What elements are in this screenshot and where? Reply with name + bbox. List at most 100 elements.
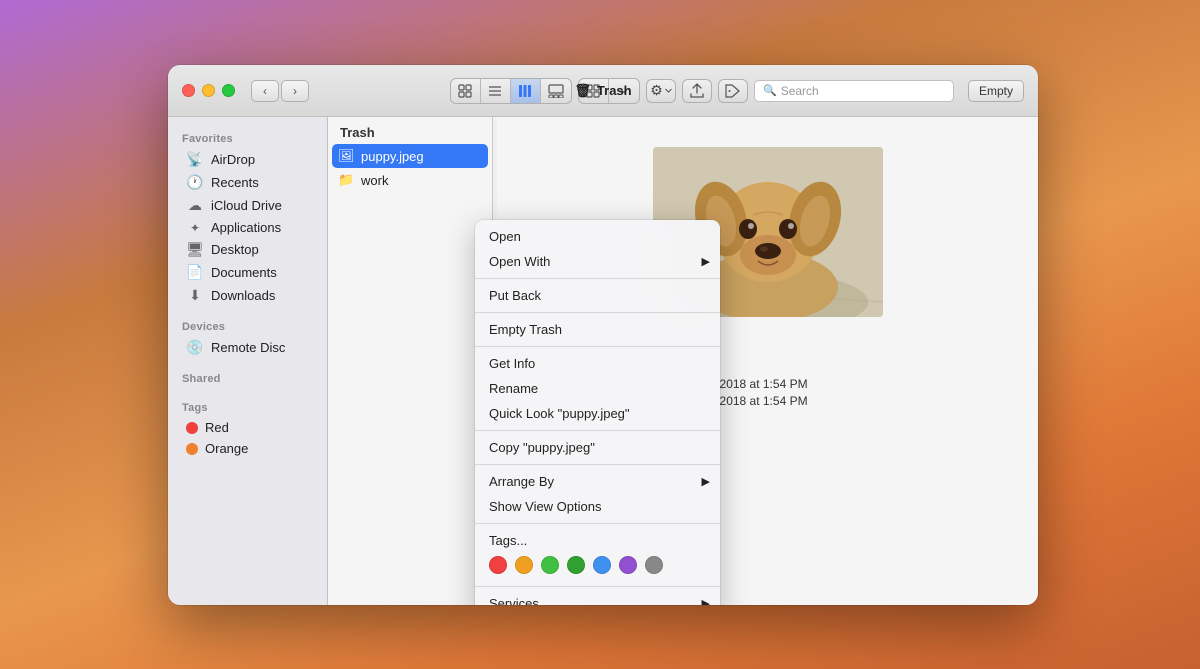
finder-window: ‹ › 🗑 Trash bbox=[168, 65, 1038, 605]
sidebar-item-desktop-label: Desktop bbox=[211, 242, 259, 257]
traffic-lights bbox=[182, 84, 235, 97]
sidebar-item-tag-orange-label: Orange bbox=[205, 441, 248, 456]
search-icon: 🔍 bbox=[763, 84, 777, 97]
menu-item-services-label: Services bbox=[489, 596, 539, 605]
file-name-work: work bbox=[361, 173, 388, 188]
file-icon-puppy: 🖼 bbox=[338, 148, 354, 164]
menu-item-put-back-label: Put Back bbox=[489, 288, 541, 303]
tag-color-yellow[interactable] bbox=[541, 556, 559, 574]
sidebar-item-airdrop[interactable]: 📡 AirDrop bbox=[172, 148, 323, 171]
sidebar-item-airdrop-label: AirDrop bbox=[211, 152, 255, 167]
menu-item-open-with[interactable]: Open With ▶ bbox=[475, 249, 720, 274]
tag-button[interactable] bbox=[718, 79, 748, 103]
file-item-work[interactable]: 📁 work bbox=[328, 168, 492, 192]
tag-color-blue[interactable] bbox=[593, 556, 611, 574]
open-with-arrow-icon: ▶ bbox=[702, 255, 710, 268]
menu-item-rename[interactable]: Rename bbox=[475, 376, 720, 401]
menu-separator-3 bbox=[475, 346, 720, 347]
recents-icon: 🕐 bbox=[186, 174, 204, 191]
forward-button[interactable]: › bbox=[281, 80, 309, 102]
sidebar-item-desktop[interactable]: 🖥 Desktop bbox=[172, 238, 323, 261]
share-button[interactable] bbox=[682, 79, 712, 103]
sidebar-item-icloud[interactable]: ☁ iCloud Drive bbox=[172, 194, 323, 217]
window-title: Trash bbox=[597, 83, 632, 98]
menu-separator-4 bbox=[475, 430, 720, 431]
sidebar-item-tag-red-label: Red bbox=[205, 420, 229, 435]
sidebar-item-tag-red[interactable]: Red bbox=[172, 417, 323, 438]
remote-disc-icon: 💿 bbox=[186, 339, 204, 356]
menu-separator-5 bbox=[475, 464, 720, 465]
window-title-area: 🗑 Trash bbox=[574, 83, 631, 99]
file-item-puppy[interactable]: 🖼 puppy.jpeg bbox=[332, 144, 488, 168]
tag-orange-dot bbox=[186, 443, 198, 455]
menu-separator-7 bbox=[475, 586, 720, 587]
menu-item-open-label: Open bbox=[489, 229, 521, 244]
desktop-icon: 🖥 bbox=[186, 241, 204, 258]
sidebar-item-recents-label: Recents bbox=[211, 175, 259, 190]
window-title-icon: 🗑 bbox=[574, 83, 591, 99]
sidebar: Favorites 📡 AirDrop 🕐 Recents ☁ iCloud D… bbox=[168, 117, 328, 605]
sidebar-item-documents[interactable]: 📄 Documents bbox=[172, 261, 323, 284]
menu-item-empty-trash-label: Empty Trash bbox=[489, 322, 562, 337]
maximize-button[interactable] bbox=[222, 84, 235, 97]
menu-item-arrange-by-label: Arrange By bbox=[489, 474, 554, 489]
sidebar-item-downloads-label: Downloads bbox=[211, 288, 275, 303]
menu-item-copy-label: Copy "puppy.jpeg" bbox=[489, 440, 595, 455]
search-placeholder: Search bbox=[781, 84, 819, 98]
menu-item-show-view-options-label: Show View Options bbox=[489, 499, 602, 514]
arrange-by-arrow-icon: ▶ bbox=[702, 475, 710, 488]
menu-item-rename-label: Rename bbox=[489, 381, 538, 396]
menu-separator-6 bbox=[475, 523, 720, 524]
empty-trash-toolbar-button[interactable]: Empty bbox=[968, 80, 1024, 102]
view-gallery-button[interactable] bbox=[541, 79, 571, 103]
sidebar-item-remote-disc-label: Remote Disc bbox=[211, 340, 285, 355]
menu-item-arrange-by[interactable]: Arrange By ▶ bbox=[475, 469, 720, 494]
nav-buttons: ‹ › bbox=[251, 80, 309, 102]
sidebar-section-shared: Shared bbox=[168, 367, 327, 388]
title-bar: ‹ › 🗑 Trash bbox=[168, 65, 1038, 117]
view-list-button[interactable] bbox=[481, 79, 511, 103]
tag-color-gray[interactable] bbox=[645, 556, 663, 574]
sidebar-item-icloud-label: iCloud Drive bbox=[211, 198, 282, 213]
file-icon-work: 📁 bbox=[338, 172, 354, 188]
menu-item-get-info-label: Get Info bbox=[489, 356, 535, 371]
minimize-button[interactable] bbox=[202, 84, 215, 97]
menu-item-copy[interactable]: Copy "puppy.jpeg" bbox=[475, 435, 720, 460]
tag-color-red[interactable] bbox=[489, 556, 507, 574]
view-icon-button[interactable] bbox=[451, 79, 481, 103]
menu-item-get-info[interactable]: Get Info bbox=[475, 351, 720, 376]
tags-label[interactable]: Tags... bbox=[489, 533, 706, 548]
sidebar-item-tag-orange[interactable]: Orange bbox=[172, 438, 323, 459]
sidebar-item-downloads[interactable]: ⬇ Downloads bbox=[172, 284, 323, 307]
tag-color-purple[interactable] bbox=[619, 556, 637, 574]
desktop: ‹ › 🗑 Trash bbox=[0, 0, 1200, 669]
sidebar-item-applications-label: Applications bbox=[211, 220, 281, 235]
close-button[interactable] bbox=[182, 84, 195, 97]
search-bar[interactable]: 🔍 Search bbox=[754, 80, 954, 102]
menu-item-empty-trash[interactable]: Empty Trash bbox=[475, 317, 720, 342]
sidebar-item-applications[interactable]: ✦ Applications bbox=[172, 217, 323, 238]
back-button[interactable]: ‹ bbox=[251, 80, 279, 102]
sidebar-item-recents[interactable]: 🕐 Recents bbox=[172, 171, 323, 194]
tags-section: Tags... bbox=[475, 528, 720, 582]
applications-icon: ✦ bbox=[186, 221, 204, 235]
tag-color-orange[interactable] bbox=[515, 556, 533, 574]
menu-item-put-back[interactable]: Put Back bbox=[475, 283, 720, 308]
downloads-icon: ⬇ bbox=[186, 287, 204, 304]
context-menu: Open Open With ▶ Put Back Empty Trash Ge… bbox=[475, 220, 720, 605]
sidebar-item-documents-label: Documents bbox=[211, 265, 277, 280]
file-panel-title: Trash bbox=[328, 117, 492, 144]
tag-color-green[interactable] bbox=[567, 556, 585, 574]
action-gear-button[interactable]: ⚙ bbox=[646, 79, 676, 103]
menu-item-show-view-options[interactable]: Show View Options bbox=[475, 494, 720, 519]
file-name-puppy: puppy.jpeg bbox=[361, 149, 424, 164]
menu-item-services[interactable]: Services ▶ bbox=[475, 591, 720, 605]
sidebar-section-favorites: Favorites bbox=[168, 127, 327, 148]
documents-icon: 📄 bbox=[186, 264, 204, 281]
menu-item-quick-look[interactable]: Quick Look "puppy.jpeg" bbox=[475, 401, 720, 426]
sidebar-item-remote-disc[interactable]: 💿 Remote Disc bbox=[172, 336, 323, 359]
menu-item-open[interactable]: Open bbox=[475, 224, 720, 249]
airdrop-icon: 📡 bbox=[186, 151, 204, 168]
sidebar-section-tags: Tags bbox=[168, 396, 327, 417]
view-column-button[interactable] bbox=[511, 79, 541, 103]
